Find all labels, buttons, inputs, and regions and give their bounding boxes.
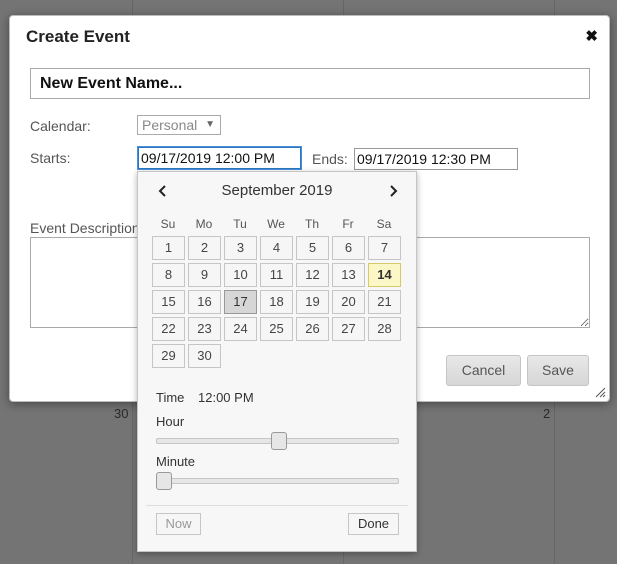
calendar-day[interactable]: 29	[152, 344, 185, 368]
event-name-input[interactable]	[30, 68, 590, 99]
resize-grip-icon[interactable]	[595, 387, 606, 398]
calendar-day[interactable]: 26	[296, 317, 329, 341]
caret-down-icon: ▼	[205, 119, 215, 130]
starts-input[interactable]	[138, 147, 301, 169]
weekday-header: Mo	[195, 217, 213, 231]
calendar-day[interactable]: 23	[188, 317, 221, 341]
cancel-button[interactable]: Cancel	[446, 355, 521, 386]
calendar-day[interactable]: 12	[296, 263, 329, 287]
dialog-title: Create Event	[26, 27, 130, 46]
hour-slider-handle[interactable]	[271, 432, 287, 450]
calendar-day-number: 2	[543, 406, 551, 421]
calendar-day[interactable]: 4	[260, 236, 293, 260]
starts-label: Starts:	[30, 150, 71, 166]
calendar-day[interactable]: 7	[368, 236, 401, 260]
weekday-header: Fr	[342, 217, 354, 231]
done-button[interactable]: Done	[348, 513, 399, 535]
calendar-day[interactable]: 21	[368, 290, 401, 314]
calendar-day[interactable]: 5	[296, 236, 329, 260]
calendar-label: Calendar:	[30, 118, 91, 134]
minute-slider[interactable]	[156, 472, 399, 490]
calendar-day[interactable]: 16	[188, 290, 221, 314]
calendar-day[interactable]: 22	[152, 317, 185, 341]
calendar-day[interactable]: 6	[332, 236, 365, 260]
weekday-header: We	[267, 217, 285, 231]
calendar-day[interactable]: 28	[368, 317, 401, 341]
calendar-day[interactable]: 10	[224, 263, 257, 287]
calendar-day[interactable]: 30	[188, 344, 221, 368]
weekday-header: Tu	[233, 217, 247, 231]
calendar-day[interactable]: 14	[368, 263, 401, 287]
divider	[146, 505, 408, 506]
calendar-day[interactable]: 13	[332, 263, 365, 287]
weekday-header: Sa	[376, 217, 392, 231]
calendar-day[interactable]: 18	[260, 290, 293, 314]
calendar-day[interactable]: 24	[224, 317, 257, 341]
minute-label: Minute	[156, 454, 196, 469]
weekday-header: Th	[304, 217, 319, 231]
calendar-select[interactable]: Personal ▼	[137, 115, 221, 135]
calendar-day-number: 30	[114, 406, 129, 421]
calendar-day[interactable]: 19	[296, 290, 329, 314]
calendar-day[interactable]: 17	[224, 290, 257, 314]
time-label: Time	[156, 390, 185, 405]
calendar-day[interactable]: 2	[188, 236, 221, 260]
calendar-day[interactable]: 8	[152, 263, 185, 287]
now-button[interactable]: Now	[156, 513, 201, 535]
minute-slider-handle[interactable]	[156, 472, 172, 490]
close-icon[interactable]: ✖	[585, 27, 598, 45]
calendar-day[interactable]: 25	[260, 317, 293, 341]
ends-label: Ends:	[312, 151, 348, 167]
hour-slider[interactable]	[156, 432, 399, 450]
calendar-day[interactable]: 1	[152, 236, 185, 260]
weekday-header: Su	[160, 217, 176, 231]
ends-input[interactable]	[354, 148, 518, 170]
calendar-day[interactable]: 20	[332, 290, 365, 314]
save-button[interactable]: Save	[527, 355, 589, 386]
calendar-day[interactable]: 3	[224, 236, 257, 260]
calendar-day[interactable]: 11	[260, 263, 293, 287]
calendar-day[interactable]: 15	[152, 290, 185, 314]
calendar-day[interactable]: 9	[188, 263, 221, 287]
calendar-day[interactable]: 27	[332, 317, 365, 341]
time-value: 12:00 PM	[198, 390, 254, 405]
month-label: September 2019	[221, 182, 333, 199]
chevron-right-icon[interactable]	[386, 184, 400, 198]
calendar-select-value: Personal	[142, 117, 198, 133]
datepicker-popup: September 2019 Su Mo Tu We Th Fr Sa 1234567891…	[137, 171, 417, 552]
description-label: Event Description	[30, 220, 140, 236]
hour-label: Hour	[156, 414, 185, 429]
